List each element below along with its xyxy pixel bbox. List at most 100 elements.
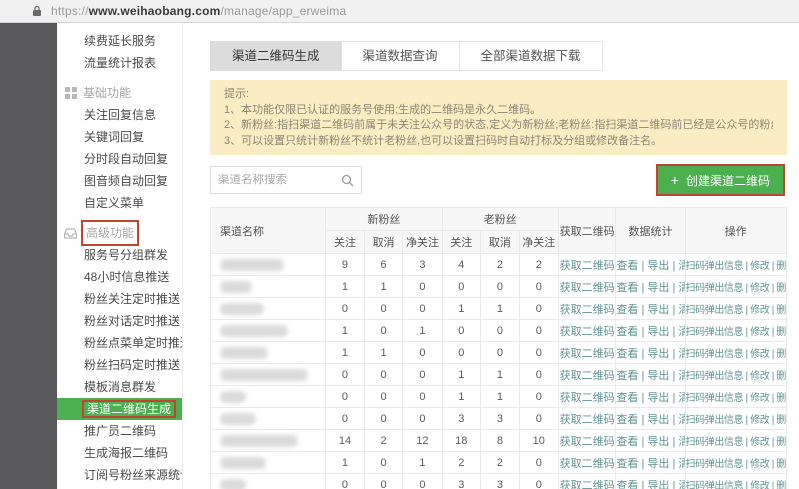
sidebar-item[interactable]: 分时段自动回复 — [57, 148, 182, 170]
view-link[interactable]: 查看 — [617, 370, 638, 382]
sidebar-item[interactable]: 粉丝关注定时推送 — [57, 288, 182, 310]
export-link[interactable]: 导出 — [647, 282, 669, 294]
sidebar-item[interactable]: 粉丝点菜单定时推送 — [57, 332, 182, 354]
get-qrcode-link[interactable]: 获取二维码 — [560, 282, 615, 294]
sidebar-item[interactable]: 图音频自动回复 — [57, 170, 182, 192]
delete-link[interactable]: 删除 — [776, 349, 785, 360]
sidebar-item[interactable]: 续费延长服务 — [57, 30, 182, 52]
delete-link[interactable]: 删除 — [776, 437, 785, 448]
reset-link[interactable]: 清零 — [678, 436, 684, 448]
delete-link[interactable]: 删除 — [776, 327, 785, 338]
export-link[interactable]: 导出 — [647, 480, 669, 489]
delete-link[interactable]: 删除 — [776, 371, 785, 382]
export-link[interactable]: 导出 — [647, 414, 669, 426]
get-qrcode-link[interactable]: 获取二维码 — [560, 304, 615, 316]
export-link[interactable]: 导出 — [647, 304, 669, 316]
scan-popup-info-link[interactable]: 扫码弹出信息 — [686, 261, 744, 272]
search-icon[interactable] — [341, 174, 354, 187]
edit-link[interactable]: 修改 — [750, 261, 770, 272]
sidebar-item[interactable]: 48小时信息推送 — [57, 266, 182, 288]
export-link[interactable]: 导出 — [647, 260, 669, 272]
edit-link[interactable]: 修改 — [750, 371, 770, 382]
scan-popup-info-link[interactable]: 扫码弹出信息 — [686, 349, 744, 360]
get-qrcode-link[interactable]: 获取二维码 — [560, 458, 615, 470]
get-qrcode-link[interactable]: 获取二维码 — [560, 370, 615, 382]
reset-link[interactable]: 清零 — [678, 392, 684, 404]
get-qrcode-link[interactable]: 获取二维码 — [560, 348, 615, 360]
get-qrcode-link[interactable]: 获取二维码 — [560, 392, 615, 404]
reset-link[interactable]: 清零 — [678, 370, 684, 382]
get-qrcode-link[interactable]: 获取二维码 — [560, 260, 615, 272]
scan-popup-info-link[interactable]: 扫码弹出信息 — [686, 305, 744, 316]
export-link[interactable]: 导出 — [647, 458, 669, 470]
sidebar-item[interactable]: 模板消息群发 — [57, 376, 182, 398]
view-link[interactable]: 查看 — [617, 414, 638, 426]
sidebar-item[interactable]: 自定义菜单 — [57, 192, 182, 214]
sidebar-item[interactable]: 粉丝扫码定时推送 — [57, 354, 182, 376]
view-link[interactable]: 查看 — [617, 458, 638, 470]
reset-link[interactable]: 清零 — [678, 348, 684, 360]
reset-link[interactable]: 清零 — [678, 414, 684, 426]
export-link[interactable]: 导出 — [647, 326, 669, 338]
edit-link[interactable]: 修改 — [750, 437, 770, 448]
export-link[interactable]: 导出 — [647, 392, 669, 404]
view-link[interactable]: 查看 — [617, 326, 638, 338]
scan-popup-info-link[interactable]: 扫码弹出信息 — [686, 371, 744, 382]
edit-link[interactable]: 修改 — [750, 305, 770, 316]
get-qrcode-link[interactable]: 获取二维码 — [560, 436, 615, 448]
view-link[interactable]: 查看 — [617, 348, 638, 360]
reset-link[interactable]: 清零 — [678, 260, 684, 272]
sidebar-item[interactable]: 渠道二维码生成 — [57, 398, 182, 420]
reset-link[interactable]: 清零 — [678, 326, 684, 338]
scan-popup-info-link[interactable]: 扫码弹出信息 — [686, 459, 744, 470]
tab[interactable]: 全部渠道数据下载 — [458, 41, 603, 71]
edit-link[interactable]: 修改 — [750, 459, 770, 470]
reset-link[interactable]: 清零 — [678, 282, 684, 294]
reset-link[interactable]: 清零 — [678, 304, 684, 316]
url-text[interactable]: https://www.weihaobang.com/manage/app_er… — [51, 4, 346, 18]
scan-popup-info-link[interactable]: 扫码弹出信息 — [686, 437, 744, 448]
reset-link[interactable]: 清零 — [678, 480, 684, 489]
export-link[interactable]: 导出 — [647, 370, 669, 382]
sidebar-item[interactable]: 流量统计报表 — [57, 52, 182, 74]
edit-link[interactable]: 修改 — [750, 283, 770, 294]
sidebar-item[interactable]: 粉丝对话定时推送 — [57, 310, 182, 332]
get-qrcode-link[interactable]: 获取二维码 — [560, 480, 615, 489]
view-link[interactable]: 查看 — [617, 480, 638, 489]
delete-link[interactable]: 删除 — [776, 393, 785, 404]
edit-link[interactable]: 修改 — [750, 327, 770, 338]
delete-link[interactable]: 删除 — [776, 481, 785, 489]
delete-link[interactable]: 删除 — [776, 305, 785, 316]
scan-popup-info-link[interactable]: 扫码弹出信息 — [686, 481, 744, 489]
edit-link[interactable]: 修改 — [750, 415, 770, 426]
view-link[interactable]: 查看 — [617, 392, 638, 404]
edit-link[interactable]: 修改 — [750, 393, 770, 404]
reset-link[interactable]: 清零 — [678, 458, 684, 470]
sidebar-item[interactable]: 推广员二维码 — [57, 420, 182, 442]
tab[interactable]: 渠道数据查询 — [340, 41, 460, 71]
browser-url-bar[interactable]: https://www.weihaobang.com/manage/app_er… — [0, 0, 799, 23]
export-link[interactable]: 导出 — [647, 348, 669, 360]
view-link[interactable]: 查看 — [617, 304, 638, 316]
delete-link[interactable]: 删除 — [776, 283, 785, 294]
scan-popup-info-link[interactable]: 扫码弹出信息 — [686, 283, 744, 294]
export-link[interactable]: 导出 — [647, 436, 669, 448]
tab[interactable]: 渠道二维码生成 — [210, 41, 342, 71]
sidebar-item[interactable]: 关键词回复 — [57, 126, 182, 148]
edit-link[interactable]: 修改 — [750, 481, 770, 489]
scan-popup-info-link[interactable]: 扫码弹出信息 — [686, 393, 744, 404]
sidebar-item[interactable]: 服务号分组群发 — [57, 244, 182, 266]
view-link[interactable]: 查看 — [617, 282, 638, 294]
delete-link[interactable]: 删除 — [776, 261, 785, 272]
get-qrcode-link[interactable]: 获取二维码 — [560, 414, 615, 426]
search-input[interactable] — [218, 174, 341, 186]
sidebar-item[interactable]: 关注回复信息 — [57, 104, 182, 126]
delete-link[interactable]: 删除 — [776, 459, 785, 470]
create-qrcode-button[interactable]: + 创建渠道二维码 — [657, 166, 783, 194]
view-link[interactable]: 查看 — [617, 260, 638, 272]
delete-link[interactable]: 删除 — [776, 415, 785, 426]
sidebar-item[interactable]: 订阅号粉丝来源统计 — [57, 464, 182, 486]
view-link[interactable]: 查看 — [617, 436, 638, 448]
sidebar-item[interactable]: 生成海报二维码 — [57, 442, 182, 464]
scan-popup-info-link[interactable]: 扫码弹出信息 — [686, 327, 744, 338]
